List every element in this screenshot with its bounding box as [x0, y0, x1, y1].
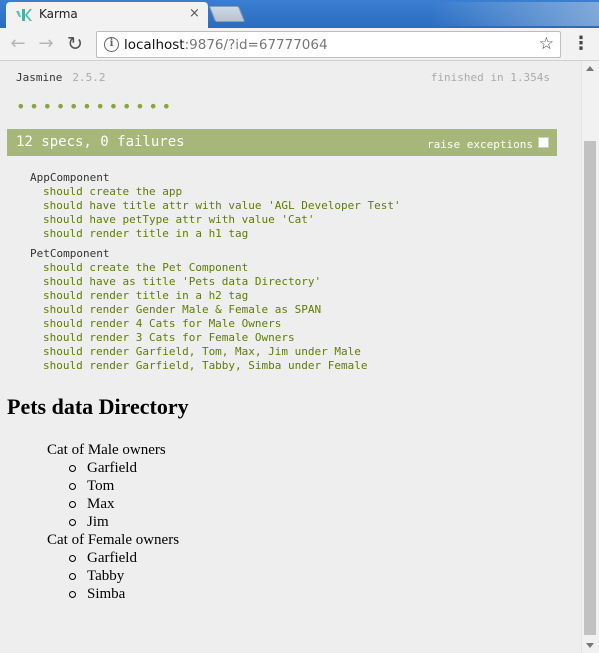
karma-logo-icon [16, 9, 32, 21]
raise-exceptions-label: raise exceptions [427, 138, 533, 151]
spec-item[interactable]: should render Garfield, Tom, Max, Jim un… [30, 345, 368, 359]
list-item: Simba [69, 585, 179, 603]
scrollbar-thumb[interactable] [584, 141, 596, 635]
jasmine-version: 2.5.2 [72, 71, 106, 84]
page-content: Jasmine 2.5.2 finished in 1.354s ••••••••… [0, 61, 581, 653]
url-host: localhost [124, 37, 185, 53]
list-item: Tom [69, 477, 179, 495]
reload-icon[interactable]: ↻ [63, 32, 87, 56]
new-tab-button[interactable] [208, 6, 246, 22]
male-owners-label: Cat of Male owners [47, 442, 166, 458]
page-title: Pets data Directory [7, 394, 189, 419]
female-owners-label: Cat of Female owners [47, 532, 180, 548]
list-item: Garfield [69, 459, 179, 477]
list-item: Max [69, 495, 179, 513]
spec-item[interactable]: should have petType attr with value 'Cat… [30, 213, 401, 227]
list-item: Jim [69, 513, 179, 531]
owners-list: Cat of Male owners Garfield Tom Max Jim … [47, 441, 179, 603]
suite-name[interactable]: PetComponent [30, 247, 368, 261]
summary-bar: 12 specs, 0 failures raise exceptions [7, 129, 557, 156]
spec-dots: •••••••••••• [16, 97, 175, 116]
tab-title: Karma [39, 7, 78, 21]
spec-item[interactable]: should have title attr with value 'AGL D… [30, 199, 401, 213]
list-item: Garfield [69, 549, 179, 567]
tab-karma[interactable]: Karma × [6, 2, 208, 28]
close-icon[interactable]: × [189, 6, 200, 21]
spec-item[interactable]: should have as title 'Pets data Director… [30, 275, 368, 289]
forward-arrow-icon[interactable]: → [34, 32, 58, 56]
scroll-down-icon[interactable] [586, 643, 594, 648]
suite-name[interactable]: AppComponent [30, 171, 401, 185]
address-bar[interactable]: i localhost:9876/?id=67777064 ☆ [96, 31, 561, 58]
spec-item[interactable]: should render Garfield, Tabby, Simba und… [30, 359, 368, 373]
titlebar-area [430, 2, 599, 26]
jasmine-name: Jasmine [16, 71, 63, 84]
male-cats-list: Garfield Tom Max Jim [47, 459, 179, 531]
vertical-scrollbar[interactable] [581, 61, 599, 653]
summary-text: 12 specs, 0 failures [16, 134, 185, 150]
spec-item[interactable]: should create the Pet Component [30, 261, 368, 275]
spec-item[interactable]: should render title in a h1 tag [30, 227, 401, 241]
star-icon[interactable]: ☆ [539, 34, 554, 54]
spec-item[interactable]: should render Gender Male & Female as SP… [30, 303, 368, 317]
spec-item[interactable]: should render 4 Cats for Male Owners [30, 317, 368, 331]
suite-app-component: AppComponent should create the app shoul… [30, 171, 401, 241]
spec-item[interactable]: should render 3 Cats for Female Owners [30, 331, 368, 345]
spec-item[interactable]: should render title in a h2 tag [30, 289, 368, 303]
raise-exceptions-checkbox[interactable] [538, 137, 549, 148]
finished-time: finished in 1.354s [430, 71, 550, 84]
menu-icon[interactable]: ⋮ [572, 32, 590, 56]
back-arrow-icon[interactable]: ← [6, 32, 30, 56]
info-icon[interactable]: i [104, 37, 119, 52]
browser-toolbar: ← → ↻ i localhost:9876/?id=67777064 ☆ ⋮ [0, 28, 599, 61]
jasmine-title: Jasmine 2.5.2 [16, 71, 105, 84]
spec-item[interactable]: should create the app [30, 185, 401, 199]
list-item: Tabby [69, 567, 179, 585]
scroll-up-icon[interactable] [586, 66, 594, 71]
female-cats-list: Garfield Tabby Simba [47, 549, 179, 603]
tab-strip: Karma × [0, 0, 599, 28]
suite-pet-component: PetComponent should create the Pet Compo… [30, 247, 368, 373]
url-path: :9876/?id=67777064 [184, 37, 328, 53]
url-text[interactable]: localhost:9876/?id=67777064 [124, 37, 328, 53]
